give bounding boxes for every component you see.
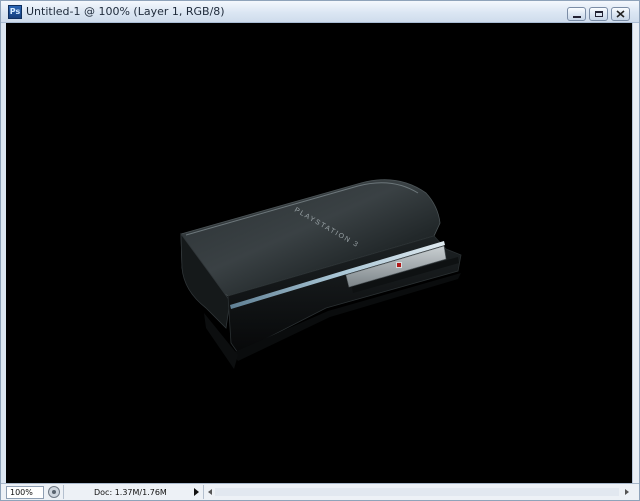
maximize-button[interactable] bbox=[589, 7, 608, 21]
status-divider bbox=[203, 485, 204, 499]
scroll-right-icon[interactable] bbox=[625, 489, 629, 495]
console-image: PLAYSTATION 3 bbox=[180, 179, 462, 369]
right-arrow-icon[interactable] bbox=[194, 488, 199, 496]
window-title: Untitled-1 @ 100% (Layer 1, RGB/8) bbox=[26, 5, 225, 18]
doc-size-info: Doc: 1.37M/1.76M bbox=[94, 488, 167, 497]
zoom-field[interactable]: 100% bbox=[6, 486, 44, 499]
title-bar[interactable]: Ps Untitled-1 @ 100% (Layer 1, RGB/8) bbox=[1, 1, 639, 23]
status-menu-icon[interactable] bbox=[48, 486, 60, 498]
minimize-button[interactable] bbox=[567, 7, 586, 21]
status-bar: 100% Doc: 1.37M/1.76M bbox=[1, 483, 639, 500]
document-canvas[interactable]: PLAYSTATION 3 bbox=[6, 23, 632, 483]
horizontal-scrollbar[interactable] bbox=[215, 488, 619, 496]
scroll-left-icon[interactable] bbox=[208, 489, 212, 495]
maximize-icon bbox=[595, 11, 603, 17]
minimize-icon bbox=[573, 16, 581, 18]
photoshop-app-icon: Ps bbox=[8, 5, 22, 19]
close-icon bbox=[616, 10, 625, 18]
vertical-scrollbar[interactable] bbox=[632, 23, 639, 483]
close-button[interactable] bbox=[611, 7, 630, 21]
document-window: Ps Untitled-1 @ 100% (Layer 1, RGB/8) PL… bbox=[0, 0, 640, 501]
status-divider bbox=[63, 485, 64, 499]
